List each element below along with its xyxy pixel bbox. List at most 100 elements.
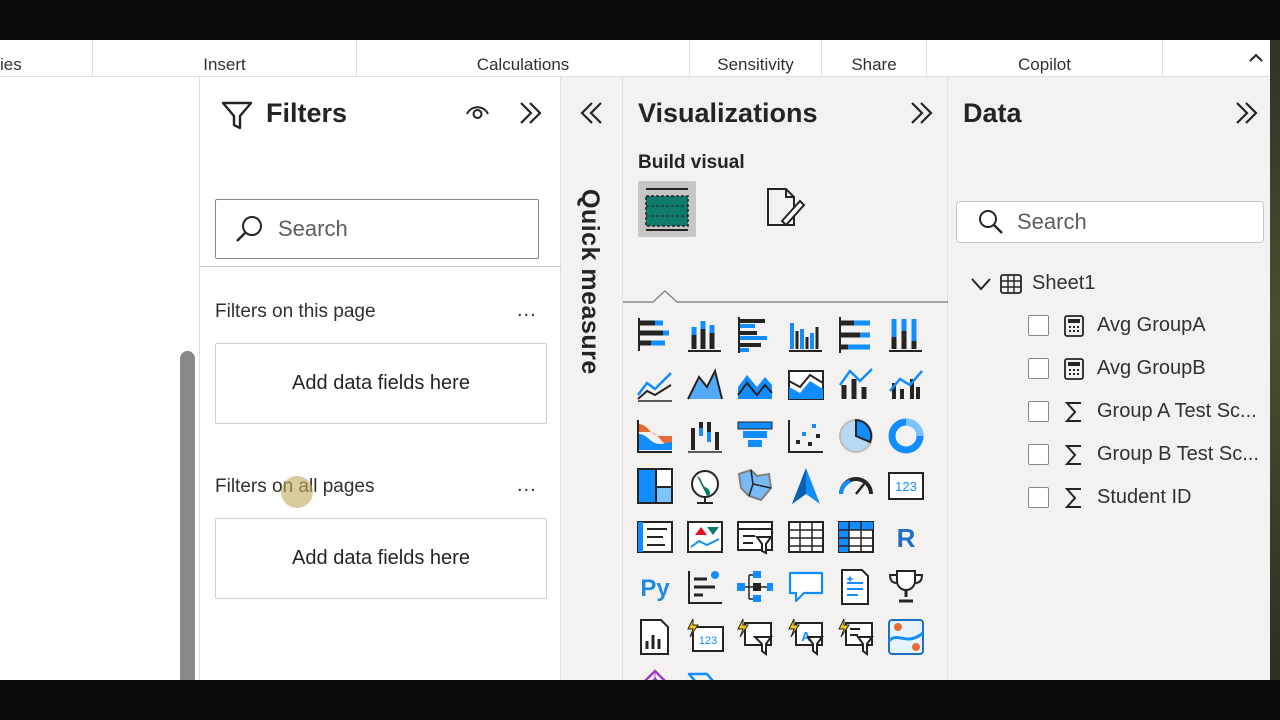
- 100-stacked-column-icon[interactable]: [886, 315, 926, 355]
- treemap-icon[interactable]: [635, 466, 675, 506]
- field-checkbox[interactable]: [1028, 487, 1049, 508]
- ribbon: ies Insert Calculations Sensitivity Shar…: [0, 40, 1270, 77]
- 100-stacked-area-icon[interactable]: [786, 365, 826, 405]
- line-stacked-column-icon[interactable]: [836, 365, 876, 405]
- azure-map-icon[interactable]: [786, 466, 826, 506]
- ribbon-group-sensitivity[interactable]: Sensitivity: [690, 40, 822, 77]
- field-checkbox[interactable]: [1028, 358, 1049, 379]
- kpi-icon[interactable]: [685, 517, 725, 557]
- desktop-background: [1270, 40, 1280, 680]
- r-visual-icon[interactable]: R: [886, 517, 926, 557]
- funnel-icon[interactable]: [735, 416, 775, 456]
- matrix-icon[interactable]: [836, 517, 876, 557]
- more-options-icon[interactable]: ...: [517, 299, 537, 322]
- ribbon-group-share[interactable]: Share: [822, 40, 927, 77]
- area-chart-icon[interactable]: [685, 365, 725, 405]
- clustered-bar-icon[interactable]: [735, 315, 775, 355]
- build-visual-tab[interactable]: [638, 181, 696, 237]
- stacked-area-icon[interactable]: [735, 365, 775, 405]
- clustered-column-icon[interactable]: [786, 315, 826, 355]
- arcgis-icon[interactable]: [886, 617, 926, 657]
- paginated-report-icon[interactable]: [635, 617, 675, 657]
- map-icon[interactable]: [685, 466, 725, 506]
- key-influencers-icon[interactable]: [685, 567, 725, 607]
- ribbon-group-insert[interactable]: Insert: [93, 40, 357, 77]
- card-icon[interactable]: 123: [886, 466, 926, 506]
- metrics-icon[interactable]: [886, 567, 926, 607]
- table-node-sheet1[interactable]: Sheet1: [970, 272, 1095, 295]
- format-paintbrush-icon: [767, 188, 806, 227]
- ribbon-chart-icon[interactable]: [635, 416, 675, 456]
- funnel-icon-glyph: [737, 421, 773, 447]
- field-item[interactable]: Student ID: [1028, 486, 1192, 509]
- all-pages-filter-dropzone[interactable]: Add data fields here: [215, 518, 547, 599]
- chevron-down-icon[interactable]: [970, 277, 992, 291]
- line-chart-icon[interactable]: [635, 365, 675, 405]
- filters-pane: Filters Search Filters on this page ... …: [199, 77, 561, 680]
- line-stacked-column-icon-glyph: [838, 368, 873, 400]
- field-checkbox[interactable]: [1028, 401, 1049, 422]
- visualizations-title: Visualizations: [638, 98, 818, 128]
- quick-measure-pane[interactable]: Quick measure: [561, 77, 623, 680]
- table-icon[interactable]: [786, 517, 826, 557]
- more-visuals-icon[interactable]: ...: [746, 674, 772, 680]
- field-name: Student ID: [1097, 486, 1192, 508]
- scatter-icon[interactable]: [786, 416, 826, 456]
- mouse-cursor-highlight: [281, 476, 313, 508]
- 100-stacked-column-icon-glyph: [889, 319, 922, 352]
- filled-map-icon[interactable]: [735, 466, 775, 506]
- slicer-new-icon[interactable]: [735, 617, 775, 657]
- 100-stacked-bar-icon-glyph: [838, 317, 870, 353]
- card-new-icon[interactable]: 123: [685, 617, 725, 657]
- python-visual-icon-glyph: Py: [640, 575, 670, 602]
- qa-icon[interactable]: [786, 567, 826, 607]
- collapse-visualizations-icon[interactable]: [909, 101, 935, 125]
- field-item[interactable]: Avg GroupB: [1028, 357, 1206, 380]
- field-item[interactable]: Avg GroupA: [1028, 314, 1206, 337]
- expand-icon[interactable]: [579, 101, 605, 125]
- filters-search-input[interactable]: Search: [215, 199, 539, 259]
- collapse-data-icon[interactable]: [1234, 101, 1260, 125]
- ribbon-group-copilot[interactable]: Copilot: [927, 40, 1163, 77]
- ribbon-group-calculations[interactable]: Calculations: [357, 40, 690, 77]
- page-filter-dropzone[interactable]: Add data fields here: [215, 343, 547, 424]
- gauge-icon[interactable]: [836, 466, 876, 506]
- slicer-icon[interactable]: [735, 517, 775, 557]
- smart-narrative-icon[interactable]: [836, 567, 876, 607]
- format-visual-tab[interactable]: [755, 181, 813, 237]
- line-clustered-column-icon[interactable]: [886, 365, 926, 405]
- power-apps-icon[interactable]: [635, 668, 675, 680]
- stacked-bar-icon[interactable]: [635, 315, 675, 355]
- pie-chart-icon[interactable]: [836, 416, 876, 456]
- donut-chart-icon[interactable]: [886, 416, 926, 456]
- field-item[interactable]: Group B Test Sc...: [1028, 443, 1259, 466]
- multirow-card-icon[interactable]: [635, 517, 675, 557]
- field-item[interactable]: Group A Test Sc...: [1028, 400, 1257, 423]
- chevron-up-icon[interactable]: [1248, 50, 1264, 66]
- field-checkbox[interactable]: [1028, 444, 1049, 465]
- button-slicer-icon[interactable]: [836, 617, 876, 657]
- report-canvas[interactable]: [0, 77, 199, 680]
- data-search-input[interactable]: Search: [956, 201, 1264, 243]
- stacked-area-icon-glyph: [737, 375, 774, 400]
- build-visual-icon: [645, 188, 689, 231]
- power-automate-icon[interactable]: [685, 668, 725, 680]
- stacked-column-icon-glyph: [688, 321, 722, 352]
- 100-stacked-bar-icon[interactable]: [836, 315, 876, 355]
- table-icon-glyph: [787, 520, 824, 553]
- ribbon-group-queries[interactable]: ies: [0, 40, 93, 77]
- collapse-filters-icon[interactable]: [518, 101, 544, 125]
- canvas-scrollbar[interactable]: [180, 351, 195, 680]
- text-slicer-icon[interactable]: A: [786, 617, 826, 657]
- decomposition-tree-icon[interactable]: [735, 567, 775, 607]
- scatter-icon-glyph: [787, 419, 823, 453]
- power-automate-icon-glyph: [687, 672, 715, 680]
- more-options-icon[interactable]: ...: [517, 474, 537, 497]
- stacked-column-icon[interactable]: [685, 315, 725, 355]
- waterfall-icon[interactable]: [685, 416, 725, 456]
- visualizations-pane: Visualizations Build visual 123 R Py 123 A .…: [623, 77, 948, 680]
- ribbon-group-label: Calculations: [476, 55, 570, 74]
- python-visual-icon[interactable]: Py: [635, 567, 675, 607]
- eye-icon[interactable]: [465, 102, 490, 122]
- field-checkbox[interactable]: [1028, 315, 1049, 336]
